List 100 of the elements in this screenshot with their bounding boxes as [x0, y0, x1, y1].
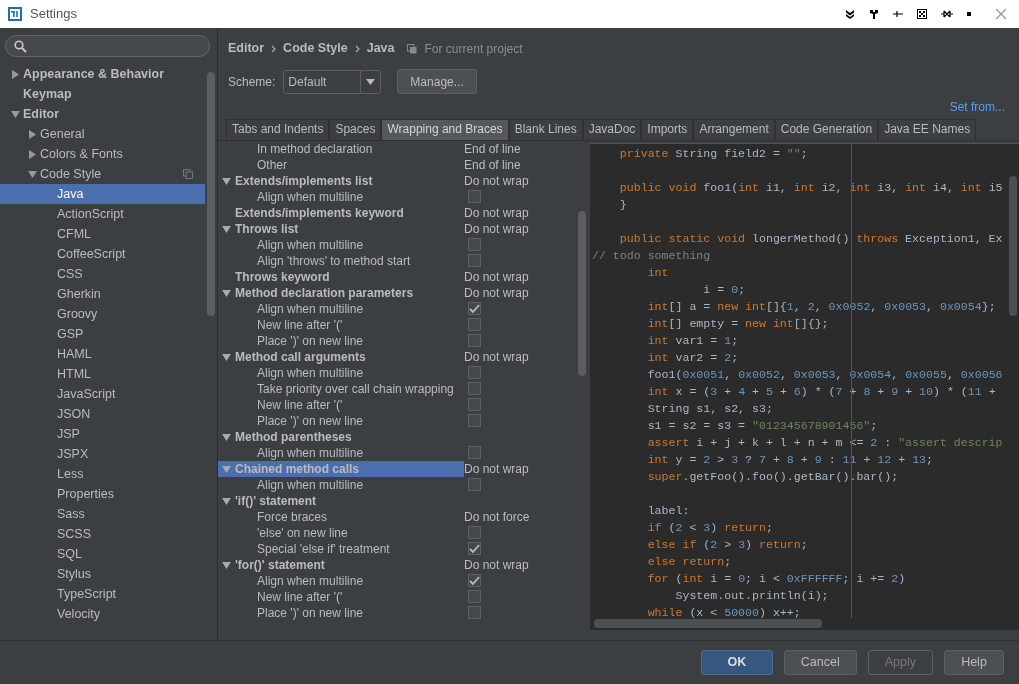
triangle-down-icon[interactable]	[222, 224, 231, 234]
checkbox[interactable]	[468, 334, 481, 347]
triangle-down-icon[interactable]	[222, 560, 231, 570]
tab[interactable]: Code Generation	[774, 119, 879, 140]
tab[interactable]: JavaDoc	[582, 119, 642, 140]
triangle-down-icon[interactable]	[222, 352, 231, 362]
option-label[interactable]: New line after '('	[257, 317, 343, 333]
option-value[interactable]: Do not wrap	[464, 205, 529, 221]
tree-item[interactable]: ActionScript	[57, 204, 205, 224]
manage-button[interactable]: Manage...	[397, 69, 477, 94]
tree-item[interactable]: Colors & Fonts	[40, 144, 205, 164]
tree-item[interactable]: CoffeeScript	[57, 244, 205, 264]
tree-item[interactable]: JSP	[57, 424, 205, 444]
triangle-down-icon[interactable]	[28, 169, 37, 179]
option-label[interactable]: In method declaration	[257, 141, 373, 157]
option-label[interactable]: Take priority over call chain wrapping	[257, 381, 454, 397]
tree-item[interactable]: Appearance & Behavior	[23, 64, 205, 84]
option-label[interactable]: Align when multiline	[257, 477, 364, 493]
wrench-icon[interactable]	[869, 9, 879, 19]
checkbox[interactable]	[468, 238, 481, 251]
option-label[interactable]: Special 'else if' treatment	[257, 541, 390, 557]
option-group[interactable]: Extends/implements list	[235, 173, 373, 189]
option-group[interactable]: Throws keyword	[235, 269, 330, 285]
option-group[interactable]: 'if()' statement	[235, 493, 317, 509]
option-label[interactable]: 'else' on new line	[257, 525, 348, 541]
option-value[interactable]: Do not wrap	[464, 269, 529, 285]
dialog-button[interactable]: OK	[700, 650, 773, 675]
triangle-right-icon[interactable]	[28, 149, 37, 159]
tree-item[interactable]: Gherkin	[57, 284, 205, 304]
option-value[interactable]: Do not wrap	[464, 349, 529, 365]
tree-item[interactable]: Editor	[23, 104, 205, 124]
option-label[interactable]: Place ')' on new line	[257, 413, 363, 429]
tab[interactable]: Arrangement	[693, 119, 775, 140]
tree-item[interactable]: Code Style	[40, 164, 183, 184]
option-value[interactable]: Do not wrap	[464, 557, 529, 573]
option-label[interactable]: Align 'throws' to method start	[257, 253, 411, 269]
checkbox[interactable]	[468, 590, 481, 603]
checkbox[interactable]	[468, 446, 481, 459]
tree-item[interactable]: SCSS	[57, 524, 205, 544]
checkbox[interactable]	[468, 366, 481, 379]
tab[interactable]: Imports	[641, 119, 694, 140]
tree-item[interactable]: Less	[57, 464, 205, 484]
checkbox[interactable]	[468, 190, 481, 203]
option-value[interactable]: Do not wrap	[464, 221, 529, 237]
triangle-down-icon[interactable]	[222, 464, 231, 474]
tab[interactable]: Tabs and Indents	[226, 119, 330, 140]
scrollbar-thumb[interactable]	[1009, 176, 1017, 316]
option-label[interactable]: Align when multiline	[257, 189, 364, 205]
option-group[interactable]: Throws list	[235, 221, 299, 237]
triangle-right-icon[interactable]	[11, 69, 20, 79]
option-label[interactable]: Force braces	[257, 509, 328, 525]
checkbox[interactable]	[468, 414, 481, 427]
checkbox[interactable]	[468, 302, 481, 315]
option-group[interactable]: Extends/implements keyword	[235, 205, 404, 221]
option-value[interactable]: Do not wrap	[464, 285, 529, 301]
option-value[interactable]: End of line	[464, 141, 521, 157]
tree-item[interactable]: Stylus	[57, 564, 205, 584]
scrollbar-thumb[interactable]	[207, 72, 215, 316]
scheme-dropdown[interactable]: Default	[283, 69, 382, 94]
option-label[interactable]: Place ')' on new line	[257, 605, 363, 621]
option-group[interactable]: Method call arguments	[235, 349, 366, 365]
tree-item[interactable]: Sass	[57, 504, 205, 524]
triangle-right-icon[interactable]	[28, 129, 37, 139]
triangle-down-icon[interactable]	[222, 432, 231, 442]
search-field[interactable]	[5, 35, 210, 57]
checkbox[interactable]	[468, 398, 481, 411]
dialog-button[interactable]: Cancel	[783, 650, 857, 675]
option-label[interactable]: Place ')' on new line	[257, 333, 363, 349]
checkbox[interactable]	[468, 526, 481, 539]
option-label[interactable]: Align when multiline	[257, 445, 364, 461]
scrollbar-thumb[interactable]	[578, 211, 586, 376]
checkbox[interactable]	[468, 318, 481, 331]
double-chevron-down-icon[interactable]	[845, 9, 855, 19]
option-value[interactable]: End of line	[464, 157, 521, 173]
tree-item[interactable]: Properties	[57, 484, 205, 504]
tree-item[interactable]: HAML	[57, 344, 205, 364]
option-group[interactable]: Method declaration parameters	[235, 285, 414, 301]
scrollbar-thumb[interactable]	[594, 619, 822, 628]
close-icon[interactable]	[995, 8, 1007, 20]
option-label[interactable]: Align when multiline	[257, 301, 364, 317]
tab[interactable]: Java EE Names	[878, 119, 977, 140]
checkbox[interactable]	[468, 606, 481, 619]
option-label[interactable]: Other	[257, 157, 287, 173]
tab[interactable]: Blank Lines	[508, 119, 583, 140]
tab[interactable]: Spaces	[329, 119, 382, 140]
tab[interactable]: Wrapping and Braces	[381, 119, 509, 140]
tree-item[interactable]: JSON	[57, 404, 205, 424]
set-from-link[interactable]: Set from...	[949, 98, 1005, 117]
triangle-down-icon[interactable]	[11, 109, 20, 119]
dialog-button[interactable]: Help	[944, 650, 1004, 675]
triangle-down-icon[interactable]	[222, 288, 231, 298]
option-value[interactable]: Do not wrap	[464, 173, 529, 189]
crosshair-icon[interactable]	[893, 10, 903, 18]
checkbox[interactable]	[468, 542, 481, 555]
checkbox[interactable]	[468, 382, 481, 395]
tree-item[interactable]: Groovy	[57, 304, 205, 324]
tree-item[interactable]: JSPX	[57, 444, 205, 464]
tree-item[interactable]: GSP	[57, 324, 205, 344]
option-label[interactable]: Align when multiline	[257, 237, 364, 253]
checkbox[interactable]	[468, 254, 481, 267]
